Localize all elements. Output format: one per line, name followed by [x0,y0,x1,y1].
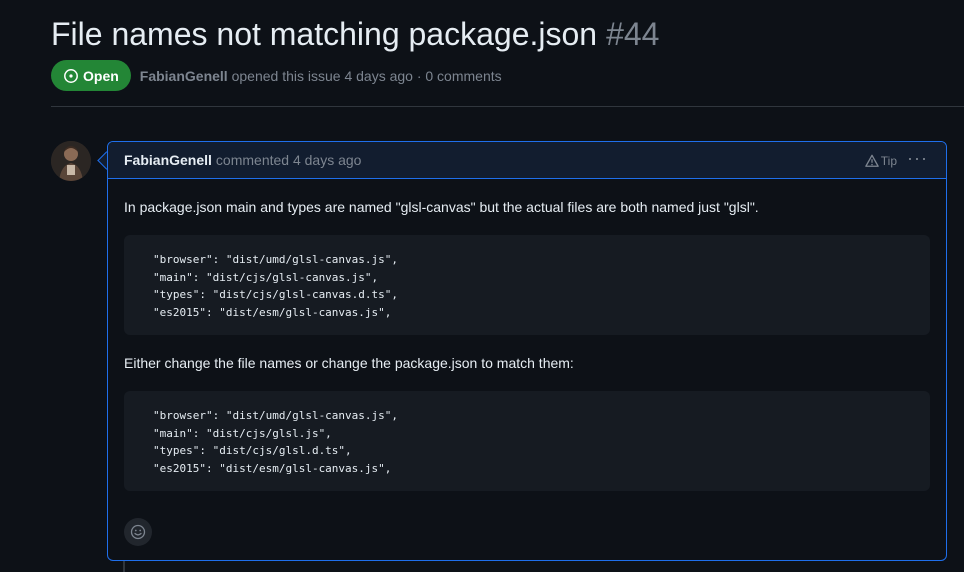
code-line: "types": "dist/cjs/glsl-canvas.d.ts", [153,288,399,302]
code-line: "browser": "dist/umd/glsl-canvas.js", [153,409,399,422]
code-line: "es2015": "dist/esm/glsl-canvas.js", [153,461,392,475]
tip-label: Tip [880,153,898,168]
code-line: "main": "dist/cjs/glsl-canvas.js", [153,270,379,284]
issue-meta: Open FabianGenell opened this issue 4 da… [51,60,502,91]
comment-header-actions: Tip ··· [865,142,928,179]
code-line: "main": "dist/cjs/glsl.js", [153,426,332,440]
header-divider [51,106,964,107]
issue-opened-icon [64,68,78,83]
smiley-icon [130,524,146,540]
issue-page: File names not matching package.json #44 … [0,0,964,572]
issue-title: File names not matching package.json [51,16,598,52]
add-reaction-button[interactable] [124,518,152,546]
state-label: Open [83,67,119,84]
comment-timestamp[interactable]: commented 4 days ago [216,152,362,168]
code-line: "es2015": "dist/esm/glsl-canvas.js", [153,305,392,319]
kebab-horizontal-icon[interactable]: ··· [907,149,928,169]
code-line: "types": "dist/cjs/glsl.d.ts", [153,444,352,458]
issue-opened-text: opened this issue 4 days ago · 0 comment… [231,67,502,84]
comment-box: FabianGenell commented 4 days ago Tip ··… [107,141,947,561]
code-line: "browser": "dist/umd/glsl-canvas.js", [153,253,399,266]
avatar[interactable] [51,141,91,181]
issue-number: #44 [606,16,660,52]
issue-meta-text: FabianGenell opened this issue 4 days ag… [140,68,502,84]
comment-header: FabianGenell commented 4 days ago Tip ··… [108,142,946,179]
comment-paragraph-1: In package.json main and types are named… [124,199,759,215]
issue-author-link[interactable]: FabianGenell [140,68,228,84]
alert-icon [865,154,879,167]
code-block-2: "browser": "dist/umd/glsl-canvas.js", "m… [124,391,930,491]
issue-title-row: File names not matching package.json #44 [51,12,659,56]
comment-paragraph-2: Either change the file names or change t… [124,355,574,371]
code-block-1: "browser": "dist/umd/glsl-canvas.js", "m… [124,235,930,335]
comment-author-link[interactable]: FabianGenell [124,152,212,168]
state-badge: Open [51,60,131,91]
tip-button[interactable]: Tip [865,154,897,168]
comment-body: In package.json main and types are named… [124,197,930,509]
timeline-line [123,560,125,572]
